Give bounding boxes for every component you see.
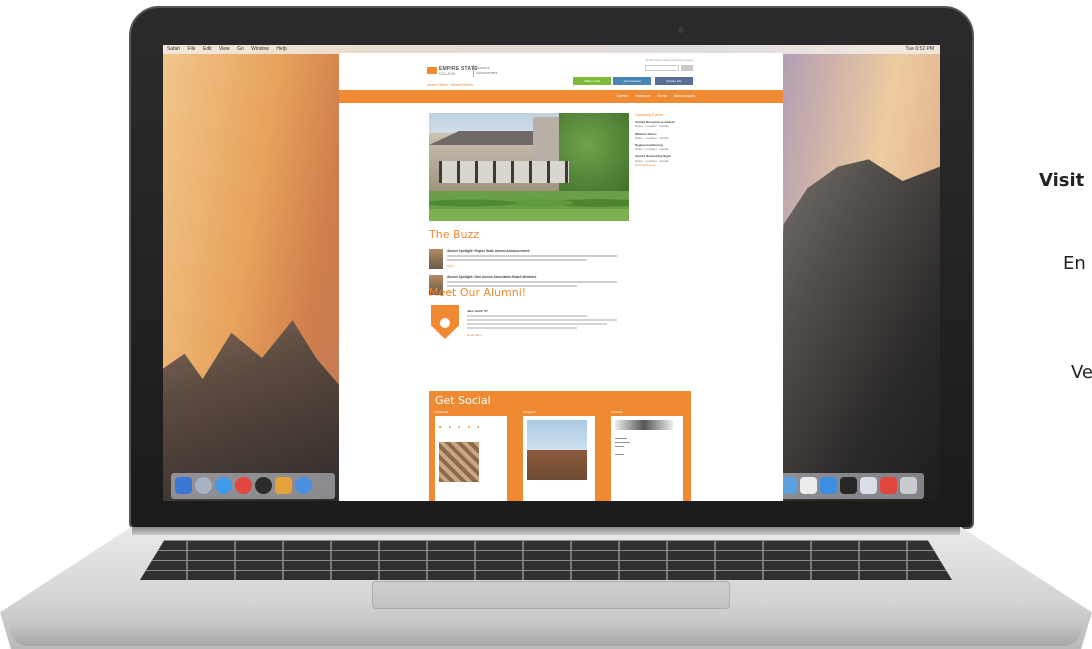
buzz-item-title[interactable]: Alumni Spotlight: New Alumni Association…: [447, 275, 536, 279]
facebook-post-image: [439, 442, 479, 482]
update-info-button[interactable]: Update Info: [655, 77, 693, 85]
get-social-heading: Get Social: [435, 394, 491, 407]
alumni-name[interactable]: Jane Smith '07: [467, 309, 627, 313]
linkedin-text: ▬▬▬▬ ▬▬▬▬▬ ▬▬▬ ▬▬▬: [615, 436, 630, 456]
laptop-screen: Safari File Edit View Go Window Help Tue…: [163, 45, 940, 501]
site-search-input[interactable]: [645, 65, 679, 71]
finder-icon[interactable]: [175, 477, 192, 494]
logo-divider: [473, 65, 474, 77]
camera-icon: [678, 27, 684, 33]
site-tagline[interactable]: Alumni Office · Alumni Events: [427, 83, 473, 87]
buzz-item-title[interactable]: Alumni Spotlight: Empire State Alumni An…: [447, 249, 529, 253]
site-top-links[interactable]: SUNY Home Alumni Giving Contact: [646, 58, 693, 62]
menu-go[interactable]: Go: [237, 46, 244, 52]
alumni-read-more-link[interactable]: Read More: [467, 333, 627, 337]
social-col-label: LinkedIn: [611, 410, 623, 414]
nav-item-newsroom[interactable]: Newsroom: [635, 94, 650, 98]
logo-subtext: COLLEGE: [439, 72, 456, 76]
trash-icon[interactable]: [900, 477, 917, 494]
social-share-icons[interactable]: ■ ● ● ● ●: [439, 424, 483, 429]
website-page: SUNY Home Alumni Giving Contact EMPIRE S…: [339, 53, 783, 501]
dock-right: [776, 473, 924, 499]
get-social-section: Get Social Facebook Instagram LinkedIn ■…: [429, 391, 691, 501]
menu-safari[interactable]: Safari: [167, 46, 180, 52]
visit-text: Visit: [1039, 170, 1085, 191]
menubar-clock: Tue 6:52 PM: [905, 46, 934, 52]
social-col-label: Facebook: [435, 410, 449, 414]
site-search-button[interactable]: [681, 65, 693, 71]
get-involved-button[interactable]: Get Involved: [613, 77, 651, 85]
en-text: En: [1063, 253, 1086, 274]
alumni-heading: Meet Our Alumni!: [429, 286, 527, 299]
alumni-feature: Jane Smith '07 Read More: [467, 309, 627, 337]
dock-left: [171, 473, 335, 499]
laptop-hinge: [132, 527, 960, 535]
keyboard-rows: [140, 540, 952, 580]
preview-icon[interactable]: [800, 477, 817, 494]
department-name: Alumni & Advancement: [476, 66, 498, 75]
nav-item-events[interactable]: Events: [657, 94, 667, 98]
terminal-icon[interactable]: [840, 477, 857, 494]
nav-item-connect[interactable]: Connect: [616, 94, 628, 98]
linkedin-card[interactable]: ▬▬▬▬ ▬▬▬▬▬ ▬▬▬ ▬▬▬: [611, 416, 683, 501]
ve-text: Ve: [1071, 362, 1092, 383]
wallpaper-mountain-left: [163, 320, 343, 501]
hero-image: [429, 113, 629, 221]
college-logo-icon[interactable]: [427, 67, 437, 74]
menu-window[interactable]: Window: [251, 46, 269, 52]
menu-help[interactable]: Help: [276, 46, 286, 52]
events-sidebar: Upcoming Events Alumni Reception & Award…: [635, 113, 691, 167]
safari-icon[interactable]: [215, 477, 232, 494]
wallpaper-mountain-right: [770, 159, 940, 501]
facebook-card[interactable]: ■ ● ● ● ●: [435, 416, 507, 501]
menu-file[interactable]: File: [187, 46, 195, 52]
trackpad[interactable]: [372, 581, 730, 609]
buzz-thumbnail: [429, 249, 443, 269]
launchpad-icon[interactable]: [195, 477, 212, 494]
instagram-card[interactable]: [523, 416, 595, 501]
appstore-icon[interactable]: [295, 477, 312, 494]
nav-item-awards[interactable]: Alumni Awards: [674, 94, 695, 98]
photo-icon[interactable]: [880, 477, 897, 494]
sidebar-title: Upcoming Events: [635, 113, 664, 117]
buzz-heading: The Buzz: [429, 228, 480, 241]
folder-icon[interactable]: [820, 477, 837, 494]
alumni-badge-icon: [431, 305, 459, 339]
view-all-events-link[interactable]: View All Events: [635, 163, 691, 167]
menu-edit[interactable]: Edit: [203, 46, 212, 52]
mail-icon[interactable]: [275, 477, 292, 494]
menu-view[interactable]: View: [219, 46, 230, 52]
buzz-more-link[interactable]: More: [447, 264, 454, 268]
linkedin-banner-image: [615, 420, 673, 430]
laptop-front-lip: [10, 624, 1082, 646]
app-icon[interactable]: [255, 477, 272, 494]
instagram-post-image: [527, 420, 587, 480]
site-nav-bar: Connect Newsroom Events Alumni Awards: [339, 90, 783, 103]
document-icon[interactable]: [860, 477, 877, 494]
make-gift-button[interactable]: Make a Gift: [573, 77, 611, 85]
buzz-item[interactable]: Alumni Spotlight: Empire State Alumni An…: [429, 249, 625, 271]
chrome-icon[interactable]: [235, 477, 252, 494]
social-col-label: Instagram: [523, 410, 537, 414]
